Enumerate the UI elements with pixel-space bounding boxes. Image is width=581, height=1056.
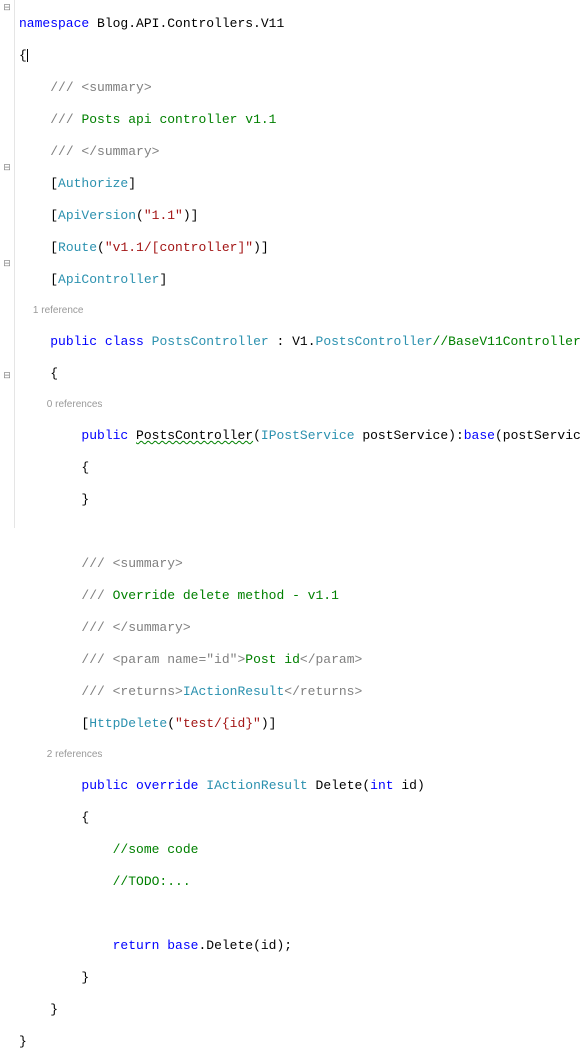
xml-doc-type: IActionResult <box>183 684 284 699</box>
attribute: HttpDelete <box>89 716 167 731</box>
method-name: Delete <box>316 778 363 793</box>
string-literal: "test/{id}" <box>175 716 261 731</box>
fold-toggle-icon[interactable]: ⊟ <box>0 0 14 16</box>
namespace-name: Blog.API.Controllers.V11 <box>97 16 284 31</box>
xml-doc: /// </summary> <box>50 144 159 159</box>
keyword: class <box>105 334 144 349</box>
codelens-references[interactable]: 1 reference <box>33 305 84 316</box>
xml-doc: </returns> <box>284 684 362 699</box>
codelens-references[interactable]: 0 references <box>47 399 103 410</box>
attribute: Route <box>58 240 97 255</box>
base-ns: V1. <box>292 334 315 349</box>
keyword: base <box>167 938 198 953</box>
code-area[interactable]: namespace Blog.API.Controllers.V11 { ///… <box>15 0 581 528</box>
comment: //TODO:... <box>113 874 191 889</box>
xml-doc: /// <box>81 588 112 603</box>
xml-doc: /// <summary> <box>50 80 151 95</box>
keyword: return <box>113 938 160 953</box>
attribute: ApiController <box>58 272 159 287</box>
xml-attr-val: "id" <box>206 652 237 667</box>
fold-toggle-icon[interactable]: ⊟ <box>0 160 14 176</box>
text-caret-icon <box>27 49 28 62</box>
keyword: base <box>464 428 495 443</box>
attribute: Authorize <box>58 176 128 191</box>
attribute: ApiVersion <box>58 208 136 223</box>
keyword: public <box>50 334 97 349</box>
param-type: IPostService <box>261 428 355 443</box>
xml-doc-text: Post id <box>245 652 300 667</box>
keyword: public <box>81 428 128 443</box>
xml-doc: /// <param name= <box>81 652 206 667</box>
string-literal: "v1.1/[controller]" <box>105 240 253 255</box>
param-type: int <box>370 778 393 793</box>
fold-toggle-icon[interactable]: ⊟ <box>0 256 14 272</box>
call: .Delete(id); <box>198 938 292 953</box>
param-name: id <box>394 778 417 793</box>
arg: postService <box>503 428 581 443</box>
string-literal: "1.1" <box>144 208 183 223</box>
codelens-references[interactable]: 2 references <box>47 749 103 760</box>
return-type: IActionResult <box>206 778 307 793</box>
xml-doc: /// <summary> <box>81 556 182 571</box>
keyword: override <box>136 778 198 793</box>
base-class: PostsController <box>316 334 433 349</box>
xml-doc: /// <box>50 112 81 127</box>
constructor-name: PostsController <box>136 428 253 443</box>
fold-toggle-icon[interactable]: ⊟ <box>0 368 14 384</box>
xml-doc: /// </summary> <box>81 620 190 635</box>
xml-doc-text: Posts api controller v1.1 <box>81 112 276 127</box>
code-editor[interactable]: ⊟ ⊟ ⊟ ⊟ namespace Blog.API.Controllers.V… <box>0 0 581 528</box>
comment: //some code <box>113 842 199 857</box>
xml-doc: > <box>237 652 245 667</box>
param-name: postService <box>355 428 449 443</box>
comment: //BaseV11Controller <box>433 334 581 349</box>
punct: : <box>269 334 292 349</box>
xml-doc: </param> <box>300 652 362 667</box>
keyword: public <box>81 778 128 793</box>
xml-doc-text: Override delete method - v1.1 <box>113 588 339 603</box>
folding-gutter: ⊟ ⊟ ⊟ ⊟ <box>0 0 15 528</box>
keyword: namespace <box>19 16 89 31</box>
xml-doc: /// <returns> <box>81 684 182 699</box>
class-name: PostsController <box>152 334 269 349</box>
